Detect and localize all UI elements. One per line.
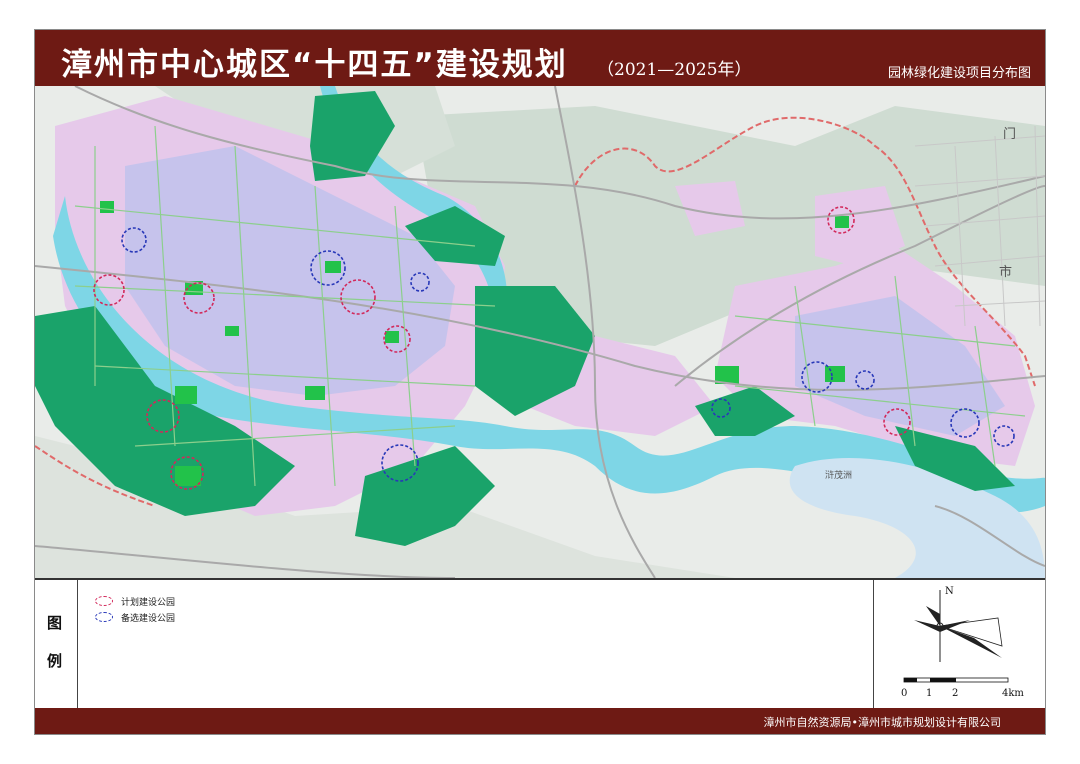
candidate-park-legend-icon: [95, 612, 113, 622]
legend-item-label: 计划建设公园: [121, 597, 176, 608]
north-arrow-icon: [914, 590, 1003, 662]
place-label-hucaozhou: 浒茂洲: [825, 469, 852, 481]
map-canvas[interactable]: 浒茂洲 门 市: [35, 86, 1045, 578]
compass-scale-svg: N 0 1 2 4km: [901, 586, 1024, 699]
map-subtitle: 园林绿化建设项目分布图: [887, 66, 1031, 81]
north-label: N: [945, 586, 954, 597]
legend-title-char: 例: [47, 652, 63, 670]
map-title-years: （2021—2025年）: [597, 60, 752, 80]
legend-item-planned: 计划建设公园: [95, 594, 175, 608]
scale-label-4: 4km: [1002, 688, 1024, 699]
map-title: 漳州市中心城区“十四五”建设规划: [61, 47, 568, 83]
legend-item-label: 备选建设公园: [121, 613, 176, 624]
legend-item-candidate: 备选建设公园: [95, 610, 175, 624]
place-label-men: 门: [1003, 127, 1016, 142]
footer-credit: 漳州市自然资源局•漳州市城市规划设计有限公司: [763, 716, 1002, 729]
footer-bar: 漳州市自然资源局•漳州市城市规划设计有限公司: [35, 708, 1045, 734]
legend-panel: 图 例 计划建设公园 备选建设公园 N 0 1 2 4km: [35, 578, 1045, 708]
legend-title-box: 图 例: [35, 580, 78, 708]
place-label-shi: 市: [999, 264, 1012, 280]
title-bar: 漳州市中心城区“十四五”建设规划 （2021—2025年） 园林绿化建设项目分布…: [35, 30, 1045, 86]
scale-label-0: 0: [901, 688, 907, 699]
scale-bar: [903, 677, 1009, 683]
planned-park-legend-icon: [95, 596, 113, 606]
legend-title-char: 图: [47, 614, 63, 632]
scale-label-2: 2: [952, 688, 958, 699]
compass-box: N 0 1 2 4km: [873, 580, 1046, 708]
scale-label-1: 1: [926, 688, 932, 699]
map-svg: 浒茂洲 门 市: [35, 86, 1045, 578]
